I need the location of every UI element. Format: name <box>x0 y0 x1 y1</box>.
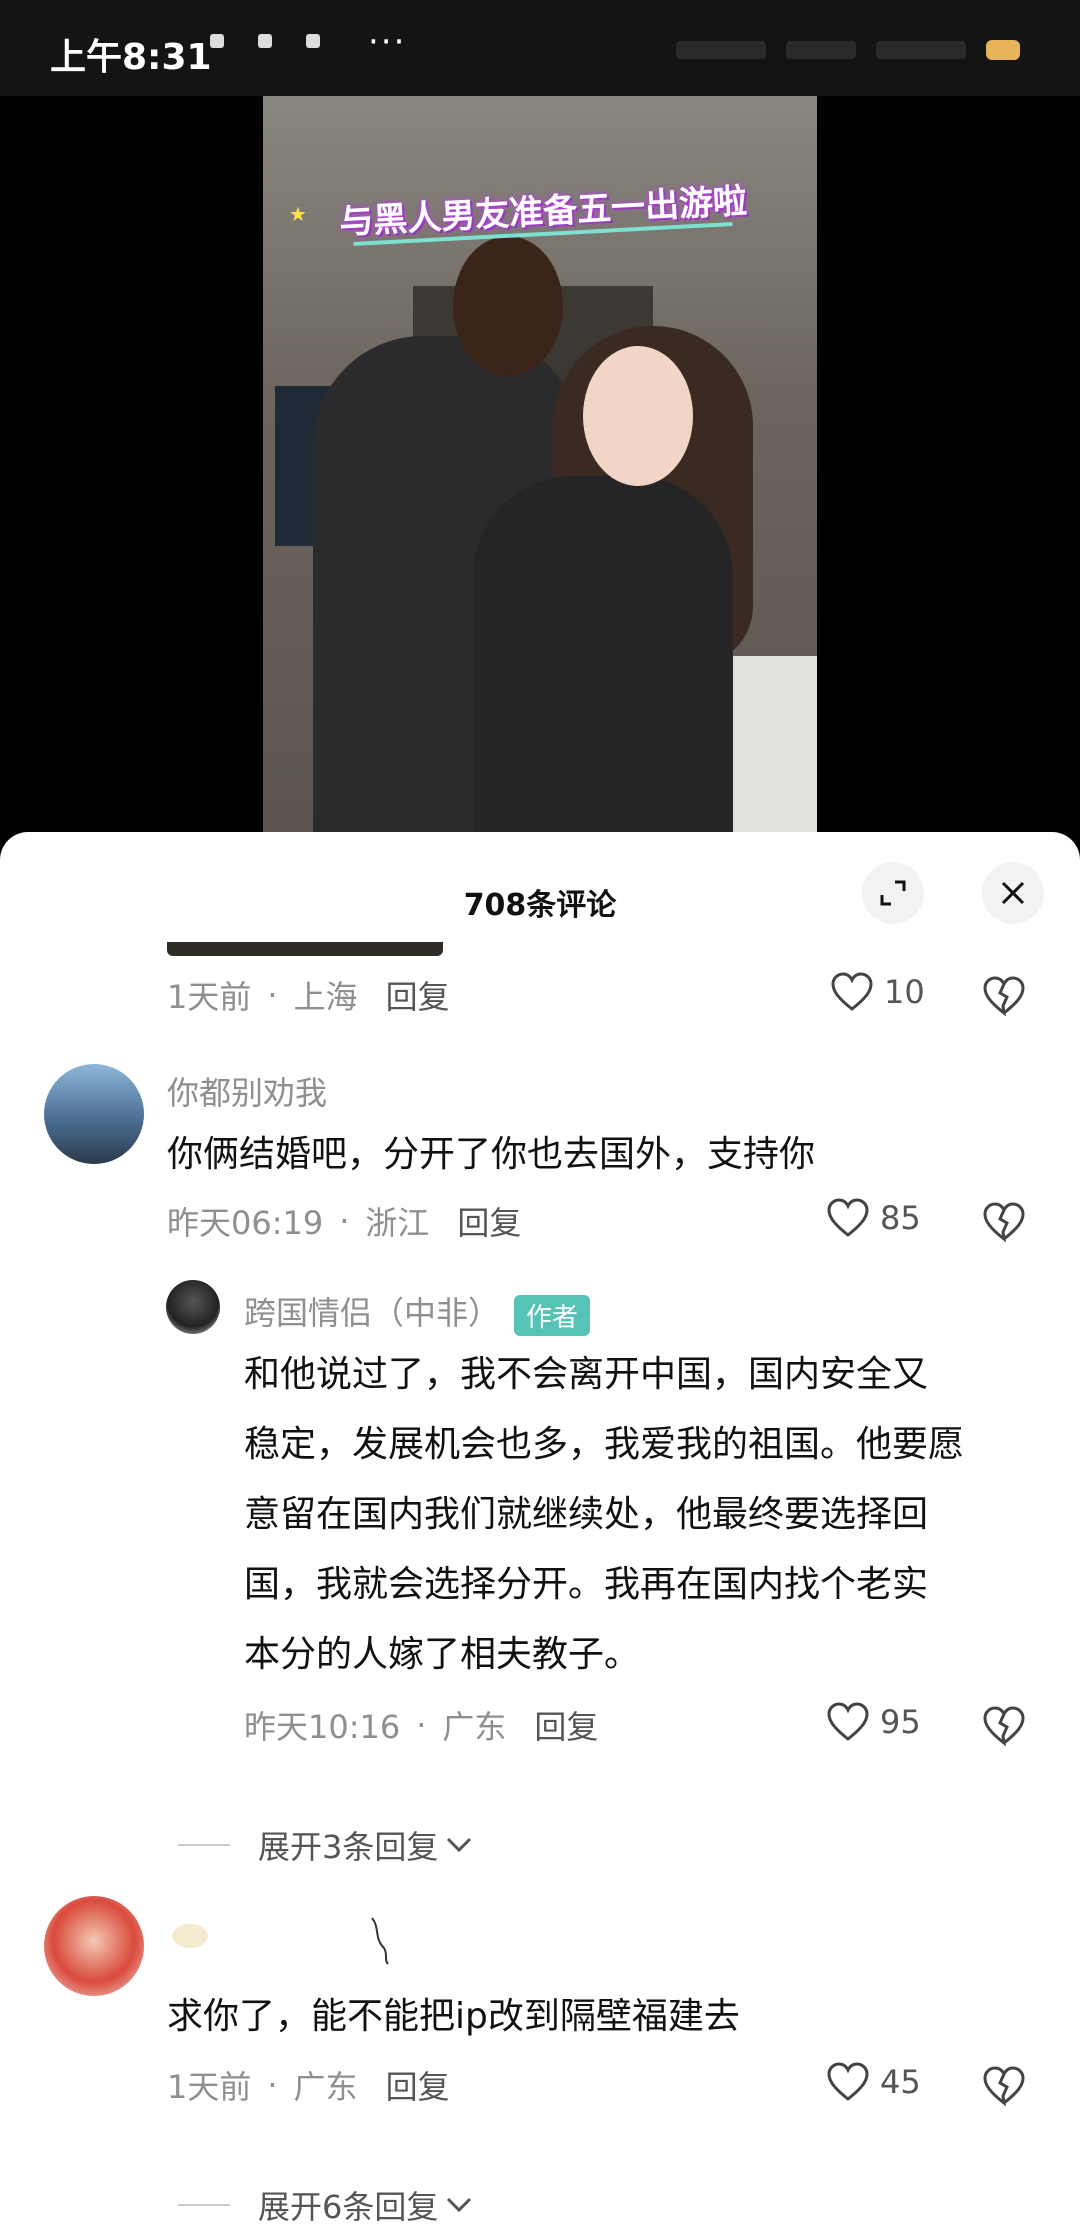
comment-text: 求你了，能不能把ip改到隔壁福建去 <box>167 1996 740 2037</box>
comment-meta: 昨天06:19 · 浙江 回复 <box>167 1198 521 1244</box>
comment-text: 你俩结婚吧，分开了你也去国外，支持你 <box>167 1134 816 1175</box>
expand-replies-label: 展开6条回复 <box>258 2188 439 2226</box>
status-time: 上午8:31 <box>50 37 212 78</box>
reply-text-line: 意留在国内我们就继续处，他最终要选择回 <box>244 1494 929 1535</box>
comments-sheet: 708条评论 1天前 · 上海 回复 10 你都别劝我 你俩结婚吧，分开了你也去… <box>0 832 1080 2236</box>
like-button[interactable]: 10 <box>830 972 925 1012</box>
reply-button[interactable]: 回复 <box>386 2062 450 2108</box>
wifi-icon <box>786 41 856 59</box>
author-badge: 作者 <box>514 1294 591 1336</box>
status-notification-icons <box>210 34 320 48</box>
expand-replies[interactable]: 展开3条回复 <box>178 1822 474 1868</box>
emoji-icon <box>371 1917 389 1965</box>
separator-dot: · <box>267 976 278 1014</box>
emoji-icon <box>172 1924 208 1948</box>
reply-button[interactable]: 回复 <box>534 1702 598 1748</box>
video-person-left-head <box>453 236 563 376</box>
like-count: 85 <box>880 1199 921 1237</box>
separator-dot: · <box>339 1202 350 1240</box>
comment-username[interactable]: 你都别劝我 <box>167 1068 327 1114</box>
comment-image-thumbnail[interactable] <box>167 942 443 956</box>
expand-icon <box>880 880 906 906</box>
like-button[interactable]: 45 <box>826 2062 921 2102</box>
comment-location: 浙江 <box>365 1204 430 1242</box>
like-count: 95 <box>880 1703 921 1741</box>
close-icon <box>1001 881 1025 905</box>
avatar[interactable] <box>44 1064 144 1164</box>
expand-replies-label: 展开3条回复 <box>258 1828 439 1866</box>
chevron-down-icon <box>447 1837 472 1853</box>
video-person-right-head <box>583 346 693 486</box>
reply-text-line: 和他说过了，我不会离开中国，国内安全又 <box>244 1354 929 1395</box>
reply-time: 昨天10:16 <box>244 1708 401 1746</box>
network-icon <box>876 41 966 59</box>
separator-dot: · <box>416 1706 427 1744</box>
status-more-icon: ··· <box>368 22 407 62</box>
divider-line <box>178 2204 230 2206</box>
expand-replies[interactable]: 展开6条回复 <box>178 2182 474 2228</box>
comment-location: 广东 <box>293 2068 358 2106</box>
status-bar: 上午8:31 ··· <box>0 0 1080 96</box>
broken-heart-icon[interactable] <box>982 1704 1026 1748</box>
heart-icon <box>827 1702 869 1741</box>
battery-icon <box>986 40 1020 60</box>
heart-icon <box>831 972 873 1011</box>
comment-meta: 1天前 · 广东 回复 <box>167 2062 450 2108</box>
reply-location: 广东 <box>442 1708 507 1746</box>
separator-dot: · <box>267 2066 278 2104</box>
status-system-icons <box>676 40 1020 60</box>
video-player[interactable]: ★ 与黑人男友准备五一出游啦 <box>263 96 817 836</box>
reply-text-line: 稳定，发展机会也多，我爱我的祖国。他要愿 <box>244 1424 965 1465</box>
like-count: 45 <box>880 2063 921 2101</box>
broken-heart-icon[interactable] <box>982 974 1026 1018</box>
avatar[interactable] <box>44 1896 144 1996</box>
like-count: 10 <box>884 973 925 1011</box>
chevron-down-icon <box>447 2197 472 2213</box>
broken-heart-icon[interactable] <box>982 1200 1026 1244</box>
like-button[interactable]: 85 <box>826 1198 921 1238</box>
expand-button[interactable] <box>862 862 924 924</box>
divider-line <box>178 1844 230 1846</box>
notification-icon <box>210 34 224 48</box>
comment-time: 1天前 <box>167 2068 252 2106</box>
comment-location: 上海 <box>293 978 358 1016</box>
comment-meta: 1天前 · 上海 回复 <box>167 972 450 1018</box>
heart-icon <box>827 1198 869 1237</box>
heart-icon <box>827 2062 869 2101</box>
comment-time: 1天前 <box>167 978 252 1016</box>
reply-text: 和他说过了，我不会离开中国，国内安全又 稳定，发展机会也多，我爱我的祖国。他要愿… <box>244 1340 964 1690</box>
broken-heart-icon[interactable] <box>982 2064 1026 2108</box>
reply-username-row: 跨国情侣（中非） 作者 <box>244 1288 591 1336</box>
reply-button[interactable]: 回复 <box>386 972 450 1018</box>
reply-meta: 昨天10:16 · 广东 回复 <box>244 1702 598 1748</box>
author-avatar[interactable] <box>166 1280 220 1334</box>
notification-icon <box>258 34 272 48</box>
reply-username[interactable]: 跨国情侣（中非） <box>244 1294 500 1332</box>
reply-button[interactable]: 回复 <box>457 1198 521 1244</box>
reply-text-line: 本分的人嫁了相夫教子。 <box>244 1634 641 1675</box>
like-button[interactable]: 95 <box>826 1702 921 1742</box>
close-button[interactable] <box>982 862 1044 924</box>
notification-icon <box>306 34 320 48</box>
signal-icon <box>676 41 766 59</box>
reply-text-line: 国，我就会选择分开。我再在国内找个老实 <box>244 1564 929 1605</box>
comment-time: 昨天06:19 <box>167 1204 324 1242</box>
video-person-right <box>473 476 733 836</box>
